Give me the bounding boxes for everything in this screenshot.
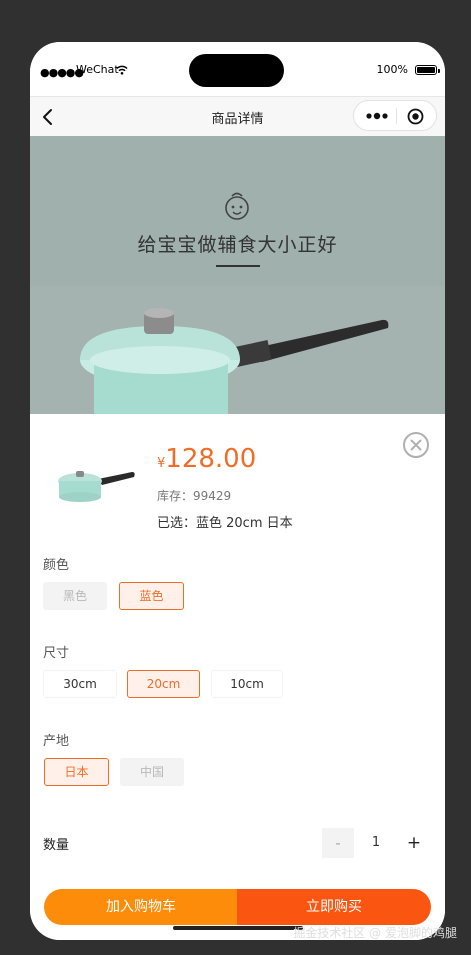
quantity-input[interactable]: 1	[356, 828, 396, 858]
chip-size-10cm[interactable]: 10cm	[211, 670, 283, 698]
more-dots-icon[interactable]	[364, 109, 392, 123]
option-group-color-title: 颜色	[43, 558, 70, 573]
option-group-size-title: 尺寸	[43, 646, 70, 661]
sku-selector-sheet: ¥128.00 库存：99429 已选：蓝色 20cm 日本 颜色 黑色 蓝色 …	[30, 414, 445, 940]
product-banner-image: 给宝宝做辅食大小正好	[30, 136, 445, 414]
quantity-stepper: - 1 +	[322, 828, 430, 858]
price-value: 128.00	[165, 444, 257, 474]
price-label: ¥128.00	[157, 444, 256, 474]
stock-label: 库存：99429	[157, 489, 232, 503]
chip-origin-china: 中国	[120, 758, 184, 786]
exit-miniprogram-icon[interactable]	[407, 108, 424, 125]
battery-percent: 100%	[376, 63, 408, 76]
home-indicator	[173, 926, 303, 930]
product-thumbnail	[58, 471, 135, 502]
buy-now-button[interactable]: 立即购买	[237, 889, 431, 925]
selected-summary: 已选：蓝色 20cm 日本	[157, 516, 293, 531]
phone-screen: ●●●●● WeChat 100% 商品详情 给宝宝做辅食大小正好 ¥128.0…	[30, 42, 445, 940]
wifi-icon	[116, 65, 128, 75]
chip-color-black: 黑色	[43, 582, 107, 610]
quantity-increment-button[interactable]: +	[398, 828, 430, 858]
chip-size-20cm[interactable]: 20cm	[127, 670, 200, 698]
chip-size-30cm[interactable]: 30cm	[43, 670, 117, 698]
watermark-text: 掘金技术社区 @ 爱泡脚的鸡腿	[293, 926, 457, 940]
miniprogram-capsule	[353, 100, 437, 131]
capsule-divider	[396, 108, 397, 124]
close-sheet-icon[interactable]	[402, 431, 430, 459]
quantity-decrement-button[interactable]: -	[322, 828, 354, 858]
chip-origin-japan[interactable]: 日本	[44, 758, 109, 786]
battery-icon	[415, 65, 440, 75]
status-bar: ●●●●● WeChat 100%	[30, 42, 445, 96]
add-to-cart-button[interactable]: 加入购物车	[44, 889, 238, 925]
navigation-bar: 商品详情	[30, 96, 445, 136]
dynamic-island	[189, 54, 284, 87]
banner-illustration	[30, 136, 445, 414]
carrier-label: WeChat	[76, 63, 119, 76]
banner-caption: 给宝宝做辅食大小正好	[137, 234, 338, 256]
quantity-label: 数量	[43, 838, 70, 853]
chip-color-blue[interactable]: 蓝色	[119, 582, 184, 610]
option-group-origin-title: 产地	[43, 734, 70, 749]
